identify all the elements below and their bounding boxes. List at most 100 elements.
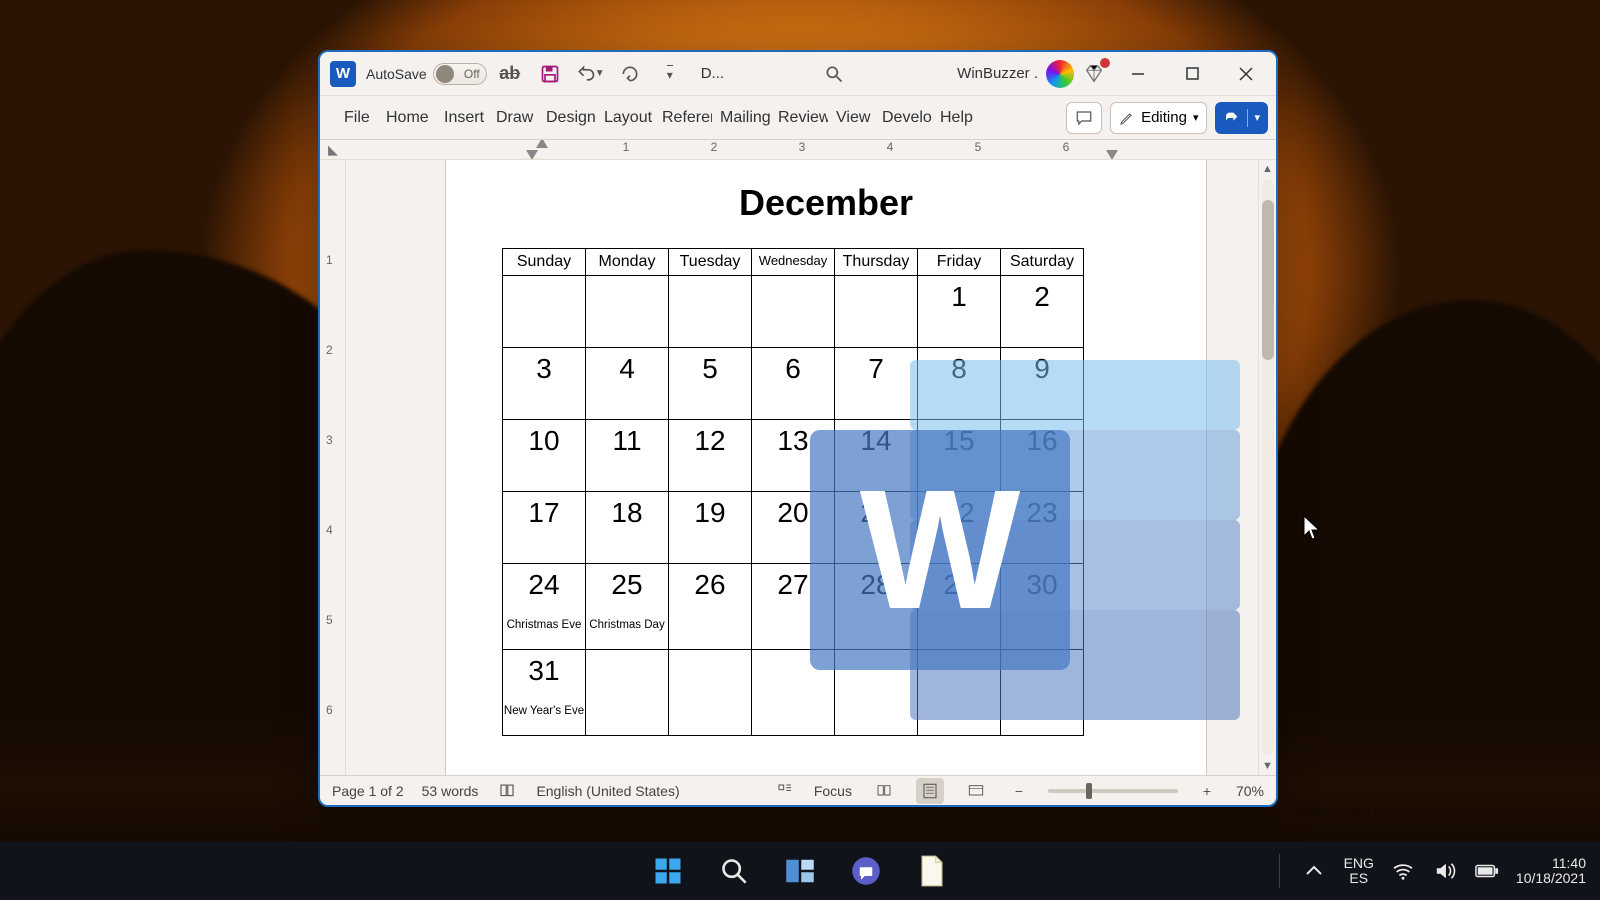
calendar-cell[interactable] [586,650,669,736]
tab-design[interactable]: Design [540,103,596,133]
focus-button[interactable] [774,780,796,802]
minimize-button[interactable] [1114,52,1162,96]
tab-mailings[interactable]: Mailing [714,103,770,133]
web-layout-button[interactable] [962,778,990,804]
first-line-indent-icon[interactable] [536,140,548,148]
calendar-cell[interactable] [503,276,586,348]
tab-view[interactable]: View [830,103,874,133]
calendar-cell[interactable]: 22 [918,492,1001,564]
calendar-cell[interactable] [835,276,918,348]
zoom-level[interactable]: 70% [1236,783,1264,799]
accessibility-button[interactable] [496,780,518,802]
calendar-cell[interactable]: 19 [669,492,752,564]
close-button[interactable] [1222,52,1270,96]
calendar-cell[interactable]: 24Christmas Eve [503,564,586,650]
calendar-cell[interactable]: 15 [918,420,1001,492]
tab-developer[interactable]: Develo [876,103,932,133]
document-name[interactable]: D... [701,65,724,82]
calendar-cell[interactable]: 11 [586,420,669,492]
calendar-cell[interactable]: 12 [669,420,752,492]
focus-label[interactable]: Focus [814,783,852,799]
calendar-cell[interactable]: 1 [918,276,1001,348]
editing-mode-button[interactable]: Editing ▾ [1110,102,1207,134]
scroll-thumb[interactable] [1262,200,1274,360]
zoom-out-button[interactable]: − [1008,780,1030,802]
scroll-down-arrow-icon[interactable]: ▼ [1259,757,1276,775]
tab-selector[interactable]: ◣ [320,140,346,159]
calendar-cell[interactable]: 5 [669,348,752,420]
tab-draw[interactable]: Draw [490,103,538,133]
autosave-switch[interactable]: Off [433,63,487,85]
battery-button[interactable] [1474,850,1500,892]
calendar-cell[interactable] [752,276,835,348]
word-count[interactable]: 53 words [422,783,479,799]
calendar-cell[interactable]: 25Christmas Day [586,564,669,650]
calendar-cell[interactable]: 20 [752,492,835,564]
calendar-cell[interactable]: 3 [503,348,586,420]
calendar-cell[interactable]: 10 [503,420,586,492]
calendar-cell[interactable]: 26 [669,564,752,650]
volume-button[interactable] [1432,850,1458,892]
redo-button[interactable] [613,57,647,91]
strikethrough-qat-button[interactable]: ab [493,57,527,91]
maximize-button[interactable] [1168,52,1216,96]
task-view-button[interactable] [779,850,821,892]
qat-customize-button[interactable]: ▾ [653,57,687,91]
teams-chat-button[interactable] [845,850,887,892]
file-explorer-button[interactable] [911,850,953,892]
calendar-cell[interactable]: 23 [1001,492,1084,564]
calendar-cell[interactable] [835,650,918,736]
calendar-cell[interactable]: 30 [1001,564,1084,650]
share-button[interactable]: ▾ [1215,102,1268,134]
calendar-cell[interactable] [669,276,752,348]
calendar-cell[interactable]: 2 [1001,276,1084,348]
read-mode-button[interactable] [870,778,898,804]
language-button[interactable]: ENG ES [1344,856,1374,887]
comments-button[interactable] [1066,102,1102,134]
calendar-cell[interactable]: 7 [835,348,918,420]
search-button[interactable] [817,57,851,91]
calendar-cell[interactable]: 6 [752,348,835,420]
language[interactable]: English (United States) [536,783,679,799]
clock-button[interactable]: 11:40 10/18/2021 [1516,856,1586,887]
calendar-cell[interactable]: 9 [1001,348,1084,420]
calendar-cell[interactable] [1001,650,1084,736]
calendar-cell[interactable]: 4 [586,348,669,420]
account-avatar[interactable] [1046,60,1074,88]
calendar-cell[interactable]: 31New Year's Eve [503,650,586,736]
calendar-cell[interactable]: 17 [503,492,586,564]
zoom-slider[interactable] [1048,789,1178,793]
tab-help[interactable]: Help [934,103,978,133]
save-button[interactable] [533,57,567,91]
vertical-ruler[interactable]: 1 2 3 4 5 6 [320,160,346,775]
calendar-cell[interactable] [918,650,1001,736]
calendar-cell[interactable]: 18 [586,492,669,564]
horizontal-ruler[interactable]: 1 2 3 4 5 6 [346,140,1276,159]
calendar-cell[interactable] [669,650,752,736]
calendar-cell[interactable]: 21 [835,492,918,564]
calendar-cell[interactable] [752,650,835,736]
vertical-scrollbar[interactable]: ▲ ▼ [1258,160,1276,775]
print-layout-button[interactable] [916,778,944,804]
start-button[interactable] [647,850,689,892]
zoom-slider-handle[interactable] [1086,783,1092,799]
calendar-cell[interactable]: 29 [918,564,1001,650]
taskbar-search-button[interactable] [713,850,755,892]
calendar-cell[interactable] [586,276,669,348]
hanging-indent-icon[interactable] [526,150,538,159]
tab-insert[interactable]: Insert [438,103,488,133]
tab-layout[interactable]: Layout [598,103,654,133]
tab-review[interactable]: Review [772,103,828,133]
page[interactable]: December Sunday Monday Tuesday Wednesday… [446,160,1206,775]
account-name[interactable]: WinBuzzer . [957,65,1038,82]
calendar-cell[interactable]: 28 [835,564,918,650]
tray-overflow-button[interactable] [1300,850,1328,892]
calendar-cell[interactable]: 16 [1001,420,1084,492]
wifi-button[interactable] [1390,850,1416,892]
calendar-cell[interactable]: 8 [918,348,1001,420]
undo-button[interactable]: ▼ [573,57,607,91]
scroll-up-arrow-icon[interactable]: ▲ [1259,160,1276,178]
calendar-cell[interactable]: 27 [752,564,835,650]
premium-button[interactable] [1080,60,1108,88]
page-count[interactable]: Page 1 of 2 [332,783,404,799]
